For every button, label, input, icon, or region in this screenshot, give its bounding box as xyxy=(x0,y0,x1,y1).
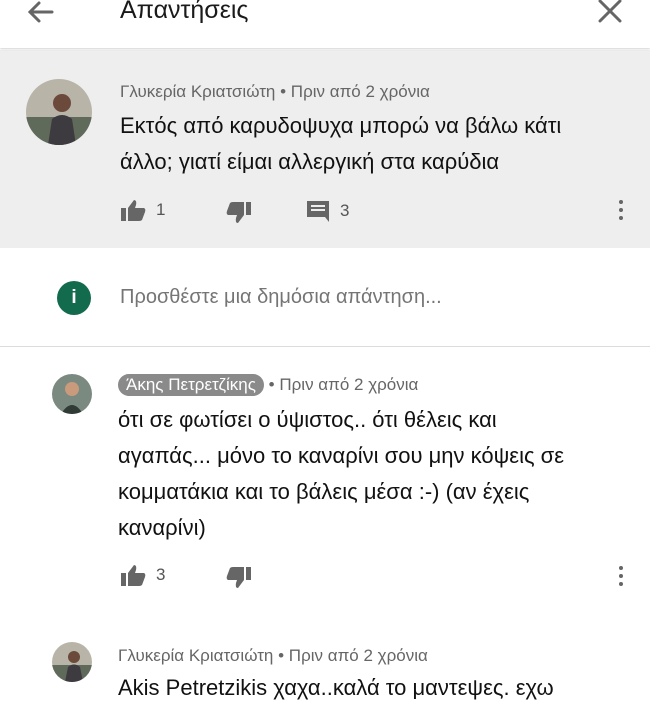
more-options-icon[interactable] xyxy=(618,566,624,590)
comment-icon xyxy=(307,201,329,222)
comment-line: κομματάκια και το βάλεις μέσα :-) (αν έχ… xyxy=(118,479,530,504)
avatar[interactable] xyxy=(52,642,92,682)
parent-comment: Γλυκερία Κριατσιώτη • Πριν από 2 χρόνια … xyxy=(0,50,650,248)
user-avatar: i xyxy=(57,281,91,315)
comment-line: ότι σε φωτίσει ο ύψιστος.. ότι θέλεις κα… xyxy=(118,407,497,432)
like-button[interactable]: 3 xyxy=(120,563,165,587)
timestamp: • Πριν από 2 χρόνια xyxy=(280,82,430,101)
like-count: 1 xyxy=(156,200,166,219)
comment-line: άλλο; γιατί είμαι αλλεργική στα καρύδια xyxy=(120,149,500,174)
avatar[interactable] xyxy=(26,79,92,145)
replies-button[interactable]: 3 xyxy=(306,200,349,222)
comment-meta: Γλυκερία Κριατσιώτη • Πριν από 2 χρόνια xyxy=(120,82,430,102)
thumbs-up-icon xyxy=(121,565,146,586)
close-icon[interactable] xyxy=(593,0,627,28)
comment-line: αγαπάς... μόνο το καναρίνι σου μην κόψει… xyxy=(118,443,565,468)
avatar[interactable] xyxy=(52,374,92,414)
app-bar: Απαντήσεις xyxy=(0,0,650,48)
thumbs-down-icon xyxy=(226,202,251,223)
author-name[interactable]: Γλυκερία Κριατσιώτη xyxy=(120,82,275,101)
comment-line: Akis Petretzikis χαχα..καλά το μαντεψες.… xyxy=(118,675,554,700)
like-count: 3 xyxy=(156,565,166,584)
dislike-button[interactable] xyxy=(226,201,252,225)
thumbs-down-icon xyxy=(226,567,251,588)
comment-text: Akis Petretzikis χαχα..καλά το μαντεψες.… xyxy=(118,670,554,706)
like-button[interactable]: 1 xyxy=(120,198,165,222)
comment-line: Εκτός από καρυδοψυχα μπορώ να βάλω κάτι xyxy=(120,113,562,138)
more-options-icon[interactable] xyxy=(618,200,624,224)
dislike-button[interactable] xyxy=(226,566,252,590)
reply-count: 3 xyxy=(340,201,350,220)
author-badge[interactable]: Άκης Πετρετζίκης xyxy=(118,374,264,396)
comment-meta: Γλυκερία Κριατσιώτη • Πριν από 2 χρόνια xyxy=(118,646,428,666)
thumbs-up-icon xyxy=(121,200,146,221)
comment-meta: Άκης Πετρετζίκης • Πριν από 2 χρόνια xyxy=(118,374,418,396)
timestamp: • Πριν από 2 χρόνια xyxy=(278,646,428,665)
timestamp: • Πριν από 2 χρόνια xyxy=(268,375,419,394)
comment-text: Εκτός από καρυδοψυχα μπορώ να βάλω κάτι … xyxy=(120,108,561,180)
page-title: Απαντήσεις xyxy=(120,0,249,24)
author-name[interactable]: Γλυκερία Κριατσιώτη xyxy=(118,646,273,665)
comment-line: καναρίνι) xyxy=(118,515,206,540)
comment-text: ότι σε φωτίσει ο ύψιστος.. ότι θέλεις κα… xyxy=(118,402,564,546)
back-arrow-icon[interactable] xyxy=(22,0,58,30)
reply-input[interactable] xyxy=(120,286,560,309)
